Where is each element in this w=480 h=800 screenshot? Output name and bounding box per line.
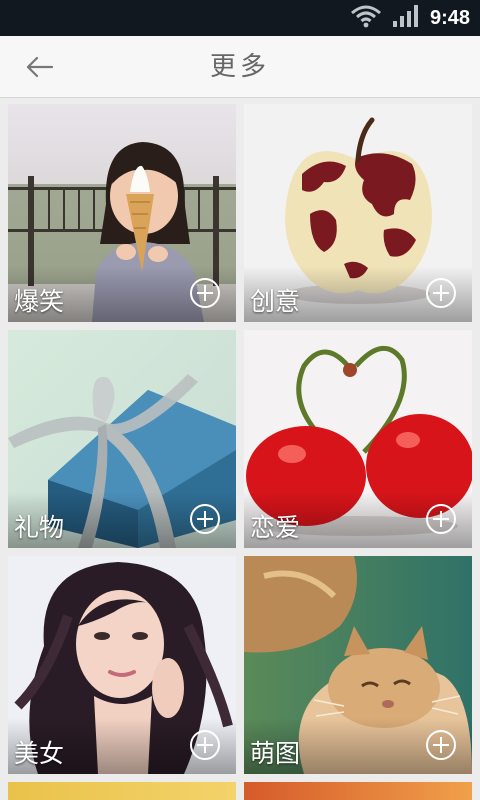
category-card-beauty[interactable]: 美女 xyxy=(8,556,236,774)
category-label: 萌图 xyxy=(250,739,301,768)
category-card-funny[interactable]: 爆笑 xyxy=(8,104,236,322)
back-button[interactable] xyxy=(18,48,62,86)
header-bar: 更多 xyxy=(0,36,480,98)
category-card-cute[interactable]: 萌图 xyxy=(244,556,472,774)
status-bar: 9:48 xyxy=(0,0,480,36)
add-circle-icon[interactable] xyxy=(426,730,456,760)
arrow-left-icon xyxy=(26,56,54,78)
category-label: 创意 xyxy=(250,287,301,316)
category-card-peek-right[interactable] xyxy=(244,782,472,800)
add-circle-icon[interactable] xyxy=(426,504,456,534)
category-label: 美女 xyxy=(14,739,65,768)
wifi-icon xyxy=(350,4,382,32)
signal-icon xyxy=(392,4,420,32)
category-label: 爆笑 xyxy=(14,287,65,316)
status-time: 9:48 xyxy=(429,6,470,29)
category-card-love[interactable]: 恋爱 xyxy=(244,330,472,548)
add-circle-icon[interactable] xyxy=(190,504,220,534)
category-card-peek-left[interactable] xyxy=(8,782,236,800)
add-circle-icon[interactable] xyxy=(190,730,220,760)
add-circle-icon[interactable] xyxy=(190,278,220,308)
page-title: 更多 xyxy=(209,52,270,82)
category-label: 恋爱 xyxy=(250,513,301,542)
add-circle-icon[interactable] xyxy=(426,278,456,308)
category-card-gift[interactable]: 礼物 xyxy=(8,330,236,548)
category-card-creative[interactable]: 创意 xyxy=(244,104,472,322)
category-label: 礼物 xyxy=(14,513,65,542)
